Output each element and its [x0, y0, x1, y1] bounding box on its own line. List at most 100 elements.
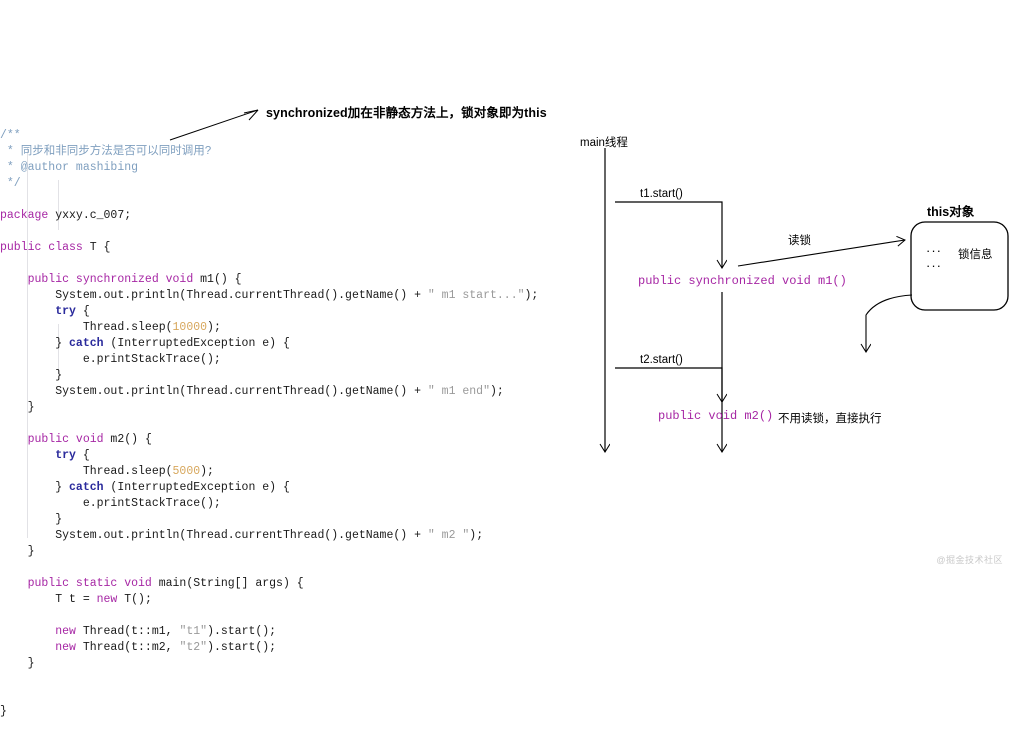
code-token: new — [96, 593, 118, 606]
lock-info-label: 锁信息 — [958, 249, 993, 261]
code-line: public class T { — [0, 240, 580, 256]
code-token: } — [0, 657, 35, 670]
code-line: } — [0, 704, 580, 720]
code-line: e.printStackTrace(); — [0, 352, 580, 368]
code-token: 5000 — [172, 465, 201, 478]
code-token: (InterruptedException e) { — [103, 337, 290, 350]
code-line: Thread.sleep(10000); — [0, 320, 580, 336]
lock-release-arrow — [866, 294, 913, 352]
code-token: " m1 end" — [427, 385, 490, 398]
watermark-label: @掘金技术社区 — [936, 555, 1003, 565]
this-object-dots-top: ··· — [926, 243, 942, 258]
t2-start-arrow — [615, 367, 722, 402]
code-token: System.out.println(Thread.currentThread(… — [0, 385, 428, 398]
code-token: * @author mashibing — [0, 161, 139, 174]
code-line: } catch (InterruptedException e) { — [0, 480, 580, 496]
code-token: "t1" — [179, 625, 208, 638]
code-token: (InterruptedException e) { — [103, 481, 290, 494]
code-line: } catch (InterruptedException e) { — [0, 336, 580, 352]
t1-start-label: t1.start() — [640, 188, 683, 200]
code-token: yxxy.c_007; — [48, 209, 132, 222]
code-token: } — [0, 369, 63, 382]
t1-start-arrow — [615, 201, 722, 268]
code-line: public synchronized void m1() { — [0, 272, 580, 288]
code-line: new Thread(t::m2, "t2").start(); — [0, 640, 580, 656]
read-lock-arrow — [737, 240, 905, 267]
code-token: ); — [490, 385, 504, 398]
code-token: * 同步和非同步方法是否可以同时调用? — [0, 145, 212, 158]
code-token: m2() { — [103, 433, 152, 446]
code-token: try — [0, 305, 76, 318]
code-token: try — [0, 449, 76, 462]
code-token: T { — [82, 241, 111, 254]
code-token: ).start(); — [207, 641, 277, 654]
code-token: ); — [469, 529, 484, 542]
code-line: } — [0, 656, 580, 672]
code-line: */ — [0, 176, 580, 192]
code-token: 10000 — [172, 321, 208, 334]
code-line: System.out.println(Thread.currentThread(… — [0, 288, 580, 304]
code-token: " m2 " — [427, 529, 470, 542]
code-line: /** — [0, 128, 580, 144]
sequence-diagram: main线程 t1.start() t2.start() public sync… — [560, 0, 1013, 578]
code-line: } — [0, 544, 580, 560]
code-token: public static void — [0, 577, 152, 590]
code-line: T t = new T(); — [0, 592, 580, 608]
code-token: public class — [0, 241, 83, 254]
code-line: System.out.println(Thread.currentThread(… — [0, 528, 580, 544]
code-line: Thread.sleep(5000); — [0, 464, 580, 480]
code-line: new Thread(t::m1, "t1").start(); — [0, 624, 580, 640]
code-token: e.printStackTrace(); — [0, 497, 221, 510]
code-line: public void m2() { — [0, 432, 580, 448]
code-token: { — [75, 305, 90, 318]
code-token: } — [0, 545, 35, 558]
m1-signature-label: public synchronized void m1() — [638, 274, 847, 288]
code-token: main(String[] args) { — [151, 577, 304, 590]
t2-start-label: t2.start() — [640, 354, 683, 366]
code-token: ); — [524, 289, 539, 302]
code-token: "t2" — [179, 641, 208, 654]
code-token: */ — [0, 177, 21, 190]
code-token: T(); — [117, 593, 152, 606]
diagram-canvas — [560, 148, 1009, 578]
this-object-title: this对象 — [927, 205, 975, 219]
code-line: } — [0, 400, 580, 416]
code-token: } — [0, 705, 7, 718]
code-line: * @author mashibing — [0, 160, 580, 176]
code-token: Thread(t::m1, — [75, 625, 180, 638]
code-token: Thread.sleep( — [0, 465, 173, 478]
m2-note-label: 不用读锁，直接执行 — [778, 413, 882, 425]
code-token: package — [0, 209, 49, 222]
code-token: public void — [0, 433, 104, 446]
code-token: { — [75, 449, 90, 462]
code-token: System.out.println(Thread.currentThread(… — [0, 529, 428, 542]
code-line: try { — [0, 304, 580, 320]
m2-signature-label: public void m2() — [658, 409, 774, 423]
code-line: * 同步和非同步方法是否可以同时调用? — [0, 144, 580, 160]
code-token: } — [0, 337, 70, 350]
code-line: System.out.println(Thread.currentThread(… — [0, 384, 580, 400]
synchronized-callout-label: synchronized加在非静态方法上，锁对象即为this — [266, 106, 547, 120]
code-token: catch — [69, 337, 104, 350]
code-token: ); — [207, 321, 221, 334]
code-token: Thread.sleep( — [0, 321, 173, 334]
code-token: catch — [69, 481, 104, 494]
code-token: ).start(); — [207, 625, 277, 638]
code-token: ); — [200, 465, 214, 478]
code-line: } — [0, 368, 580, 384]
code-token: new — [0, 625, 76, 638]
code-token: public synchronized void — [0, 273, 194, 286]
code-line: package yxxy.c_007; — [0, 208, 580, 224]
code-token: " m1 start..." — [427, 289, 525, 302]
code-lines: /** * 同步和非同步方法是否可以同时调用? * @author mashib… — [0, 128, 580, 720]
code-token: Thread(t::m2, — [75, 641, 180, 654]
code-line: public static void main(String[] args) { — [0, 576, 580, 592]
code-listing: /** * 同步和非同步方法是否可以同时调用? * @author mashib… — [0, 0, 580, 718]
code-line: } — [0, 512, 580, 528]
